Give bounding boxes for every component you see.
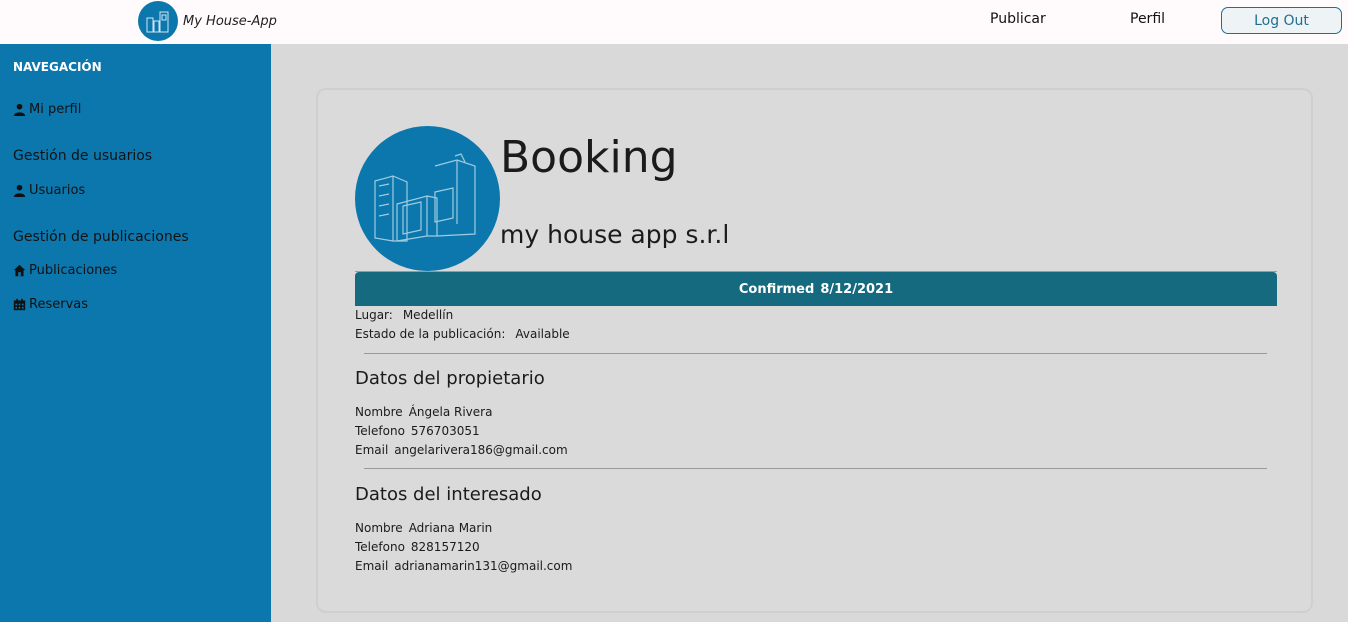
owner-nombre: Ángela Rivera (408, 405, 493, 419)
logout-button[interactable]: Log Out (1221, 7, 1342, 34)
divider (364, 468, 1267, 469)
field-label: Email (355, 559, 389, 573)
sidebar-heading: NAVEGACIÓN (13, 60, 102, 74)
interested-section-title: Datos del interesado (355, 484, 542, 505)
field-label: Telefono (355, 540, 405, 554)
field-label: Telefono (355, 424, 405, 438)
status-bar: Confirmed 8/12/2021 (355, 272, 1277, 306)
sidebar-section-publicaciones: Gestión de publicaciones (13, 229, 189, 245)
interested-telefono-line: Telefono 828157120 (355, 540, 480, 554)
sidebar-item-usuarios[interactable]: Usuarios (13, 183, 85, 198)
lugar-label: Lugar: (355, 308, 393, 322)
owner-section-title: Datos del propietario (355, 368, 545, 389)
sidebar: NAVEGACIÓN Mi perfil Gestión de usuarios… (0, 44, 271, 622)
lugar-line: Lugar: Medellín (355, 308, 453, 322)
nav-publicar-link[interactable]: Publicar (990, 11, 1046, 27)
house-icon (13, 264, 26, 277)
owner-telefono-line: Telefono 576703051 (355, 424, 480, 438)
interested-email-line: Email adrianamarin131@gmail.com (355, 559, 572, 573)
lugar-value: Medellín (402, 308, 454, 322)
owner-telefono: 576703051 (410, 424, 480, 438)
owner-nombre-line: Nombre Ángela Rivera (355, 405, 492, 419)
sidebar-item-label: Publicaciones (29, 263, 118, 278)
booking-date: 8/12/2021 (820, 281, 894, 297)
sidebar-item-publicaciones[interactable]: Publicaciones (13, 263, 117, 278)
field-label: Email (355, 443, 389, 457)
field-label: Nombre (355, 521, 403, 535)
estado-line: Estado de la publicación: Available (355, 327, 570, 341)
booking-title: Booking (500, 132, 678, 183)
divider (364, 353, 1267, 354)
sidebar-item-label: Mi perfil (29, 102, 82, 117)
interested-email: adrianamarin131@gmail.com (394, 559, 573, 573)
interested-nombre-line: Nombre Adriana Marin (355, 521, 492, 535)
sidebar-item-label: Usuarios (29, 183, 86, 198)
interested-telefono: 828157120 (410, 540, 480, 554)
user-icon (13, 184, 26, 197)
company-name: my house app s.r.l (500, 220, 730, 249)
booking-card: Booking my house app s.r.l Confirmed 8/1… (316, 88, 1313, 613)
owner-email-line: Email angelarivera186@gmail.com (355, 443, 568, 457)
field-label: Nombre (355, 405, 403, 419)
calendar-icon (13, 298, 26, 311)
booking-status: Confirmed (738, 281, 815, 297)
sidebar-item-label: Reservas (29, 297, 88, 312)
brand-name: My House-App (183, 13, 277, 29)
user-icon (13, 103, 26, 116)
nav-perfil-link[interactable]: Perfil (1130, 11, 1165, 27)
top-navbar: My House-App Publicar Perfil Log Out (0, 0, 1348, 44)
sidebar-item-mi-perfil[interactable]: Mi perfil (13, 102, 81, 117)
brand[interactable]: My House-App (138, 1, 277, 41)
estado-label: Estado de la publicación: (355, 327, 506, 341)
owner-email: angelarivera186@gmail.com (394, 443, 568, 457)
sidebar-section-usuarios: Gestión de usuarios (13, 148, 153, 164)
estado-value: Available (515, 327, 570, 341)
interested-nombre: Adriana Marin (408, 521, 493, 535)
sidebar-item-reservas[interactable]: Reservas (13, 297, 88, 312)
buildings-logo-icon (138, 1, 178, 41)
buildings-hero-icon (355, 126, 500, 271)
